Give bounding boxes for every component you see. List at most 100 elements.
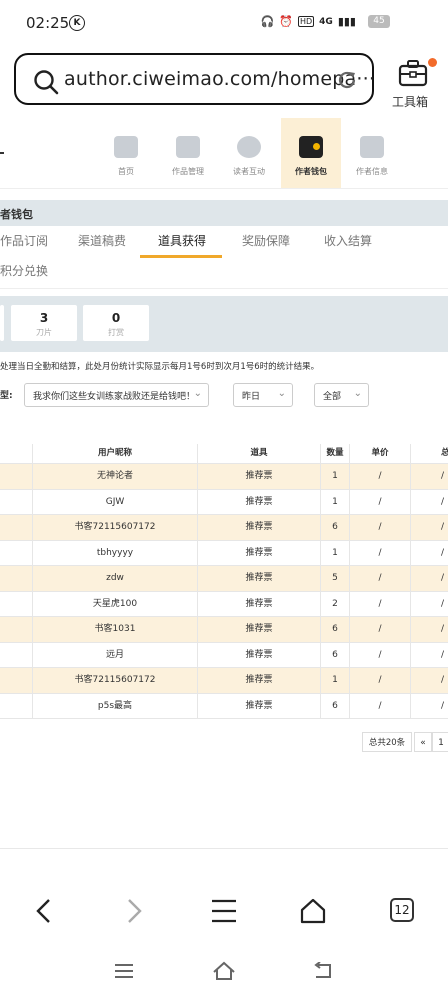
nav-readers[interactable]: 读者互动: [219, 118, 279, 188]
table-row: p5s最高 推荐票 6//: [0, 693, 448, 719]
system-back-icon[interactable]: [312, 962, 334, 980]
nav-home[interactable]: 首页: [96, 118, 156, 188]
status-time: 02:25: [26, 14, 70, 32]
book-icon: [176, 136, 200, 158]
tab-rewards[interactable]: 奖励保障: [242, 232, 290, 258]
reload-icon[interactable]: [336, 69, 358, 91]
nav-label: 首页: [118, 167, 134, 176]
toolbar-divider: [0, 848, 448, 849]
cell-nickname: 无神论者: [32, 464, 197, 489]
notification-dot: [428, 58, 437, 67]
table-header-row: 用户昵称 道具 数量 单价 总: [0, 444, 448, 464]
tabs-count-button[interactable]: 12: [390, 898, 414, 922]
cell-item: 推荐票: [197, 489, 320, 514]
table-row: 书客1031 推荐票 6//: [0, 617, 448, 643]
nav-label: 作品管理: [172, 167, 204, 176]
back-icon[interactable]: [34, 897, 54, 925]
book-select[interactable]: 我求你们这些女训练家战败还是给钱吧！ ⌄: [24, 383, 209, 407]
status-icons: 🎧 ⏰ HD 4G ▮▮▮: [261, 15, 356, 28]
tab-subscriptions[interactable]: 作品订阅: [0, 232, 48, 258]
cell-quantity: 1: [320, 464, 349, 489]
pagination-prev[interactable]: «: [414, 732, 432, 752]
cell-total: /: [410, 693, 448, 718]
cell-unit-price: /: [349, 540, 410, 565]
table-row: zdw 推荐票 5//: [0, 566, 448, 592]
table-row: 书客72115607172 推荐票 1//: [0, 668, 448, 694]
cell-nickname: p5s最高: [32, 693, 197, 718]
table-row: tbhyyyy 推荐票 1//: [0, 540, 448, 566]
active-tab-indicator: [140, 255, 222, 258]
stat-card: 0 打赏: [83, 305, 149, 341]
nav-label: 作者信息: [356, 167, 388, 176]
cell-unit-price: /: [349, 617, 410, 642]
cell-quantity: 1: [320, 489, 349, 514]
date-select-value: 昨日: [242, 392, 261, 402]
url-text[interactable]: author.ciweimao.com/homepa···: [64, 68, 375, 90]
status-bar: 02:25 K 🎧 ⏰ HD 4G ▮▮▮ 45: [0, 0, 448, 46]
forward-icon[interactable]: [124, 897, 144, 925]
date-select[interactable]: 昨日 ⌄: [233, 383, 293, 407]
id-card-icon: [360, 136, 384, 158]
search-icon: [34, 70, 59, 95]
cell-quantity: 2: [320, 591, 349, 616]
nav-works[interactable]: 作品管理: [158, 118, 218, 188]
stat-label: 打赏: [108, 328, 124, 337]
chat-icon: [237, 136, 261, 158]
cell-nickname: 书客72115607172: [32, 668, 197, 693]
cell-total: /: [410, 642, 448, 667]
cell-unit-price: /: [349, 591, 410, 616]
cell-item: 推荐票: [197, 693, 320, 718]
pagination-page[interactable]: 1: [432, 732, 448, 752]
menu-icon[interactable]: [211, 899, 237, 923]
stat-card: 3 刀片: [11, 305, 77, 341]
cell-total: /: [410, 668, 448, 693]
cell-item: 推荐票: [197, 591, 320, 616]
cell-item: 推荐票: [197, 668, 320, 693]
nav-wallet[interactable]: 作者钱包: [281, 118, 341, 188]
stat-value: 3: [39, 311, 49, 325]
cell-unit-price: /: [349, 566, 410, 591]
tab-points-exchange[interactable]: 积分兑换: [0, 262, 48, 279]
system-home-icon[interactable]: [212, 961, 236, 981]
header-nickname: 用户昵称: [32, 444, 197, 463]
table-row: 天星虎100 推荐票 2//: [0, 591, 448, 617]
home-icon: [114, 136, 138, 158]
stat-label: 刀片: [36, 328, 52, 337]
chevron-down-icon: ⌄: [277, 388, 286, 399]
header-total: 总: [410, 444, 448, 463]
hd-badge: HD: [297, 16, 315, 27]
cell-nickname: 远月: [32, 642, 197, 667]
cell-quantity: 6: [320, 515, 349, 540]
cell-unit-price: /: [349, 642, 410, 667]
nav-author-info[interactable]: 作者信息: [342, 118, 402, 188]
alarm-icon: ⏰: [279, 15, 293, 28]
cell-quantity: 1: [320, 540, 349, 565]
k-badge-icon: K: [69, 15, 85, 31]
cell-nickname: zdw: [32, 566, 197, 591]
toolbox-label: 工具箱: [392, 95, 429, 109]
tab-settlement[interactable]: 收入结算: [324, 232, 372, 258]
table-row: 远月 推荐票 6//: [0, 642, 448, 668]
cell-item: 推荐票: [197, 515, 320, 540]
cell-total: /: [410, 540, 448, 565]
cell-unit-price: /: [349, 515, 410, 540]
recent-apps-icon[interactable]: [114, 963, 134, 979]
cell-item: 推荐票: [197, 566, 320, 591]
home-icon[interactable]: [299, 897, 327, 925]
cell-unit-price: /: [349, 464, 410, 489]
cell-quantity: 1: [320, 668, 349, 693]
cell-nickname: 天星虎100: [32, 591, 197, 616]
tab-channel-fees[interactable]: 渠道稿费: [78, 232, 126, 258]
nav-label: 作者钱包: [295, 167, 327, 176]
stat-card-partial: [0, 305, 4, 341]
cell-unit-price: /: [349, 489, 410, 514]
header-unit-price: 单价: [349, 444, 410, 463]
stat-value: 0: [111, 311, 121, 325]
cell-total: /: [410, 617, 448, 642]
section-header: 者钱包: [0, 200, 448, 226]
filter-label: 型:: [0, 391, 13, 401]
table-row: 书客72115607172 推荐票 6//: [0, 515, 448, 541]
address-bar[interactable]: author.ciweimao.com/homepa···: [14, 53, 375, 105]
cell-total: /: [410, 591, 448, 616]
type-select[interactable]: 全部 ⌄: [314, 383, 369, 407]
